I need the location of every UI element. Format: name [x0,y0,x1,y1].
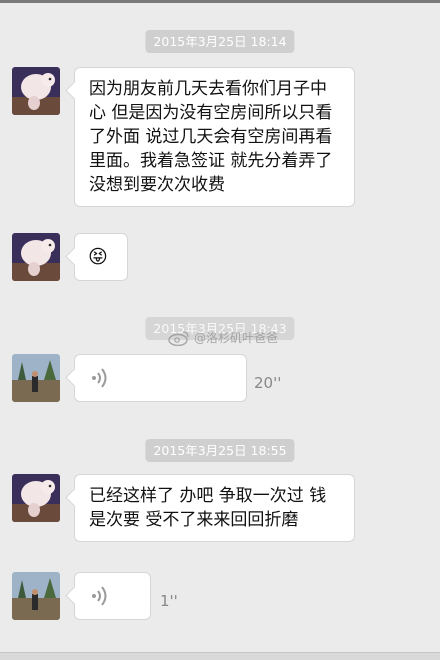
voice-wave-icon [92,368,107,388]
avatar-image [12,67,60,115]
avatar-image [12,474,60,522]
timestamp-label: 2015年3月25日 18:55 [145,439,295,462]
watermark: @洛杉矶叶爸爸 [168,329,278,346]
emoji: 😝 [88,246,108,268]
message-bubble[interactable]: 😝 [74,233,128,281]
voice-duration: 20'' [254,374,282,392]
contact-avatar[interactable] [12,474,60,522]
message-text: 因为朋友前几天去看你们月子中心 但是因为没有空房间所以只看了外面 说过几天会有空… [89,79,333,195]
avatar-image [12,354,60,402]
voice-wave-icon [92,586,107,606]
message-bubble[interactable]: 因为朋友前几天去看你们月子中心 但是因为没有空房间所以只看了外面 说过几天会有空… [74,67,355,207]
weibo-logo-icon [168,330,189,346]
message-bubble[interactable]: 已经这样了 办吧 争取一次过 钱是次要 受不了来来回回折磨 [74,474,355,542]
avatar-image [12,233,60,281]
watermark-text: @洛杉矶叶爸爸 [194,331,279,345]
contact-avatar[interactable] [12,67,60,115]
contact-avatar[interactable] [12,572,60,620]
message-text: 已经这样了 办吧 争取一次过 钱是次要 受不了来来回回折磨 [89,486,327,530]
contact-avatar[interactable] [12,233,60,281]
avatar-image [12,572,60,620]
voice-message-bubble[interactable] [74,354,247,402]
voice-duration: 1'' [160,592,178,610]
contact-avatar[interactable] [12,354,60,402]
voice-message-bubble[interactable] [74,572,151,620]
timestamp-label: 2015年3月25日 18:14 [145,30,295,53]
status-bar-edge [0,0,440,3]
